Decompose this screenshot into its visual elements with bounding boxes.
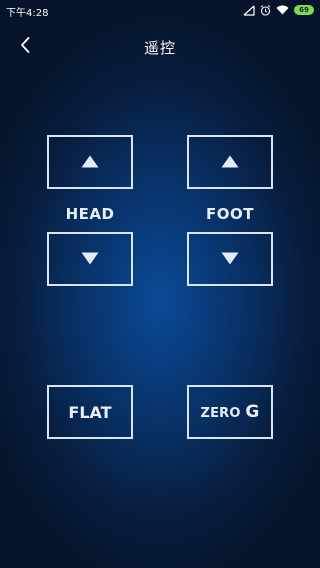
app-header: 遥控 xyxy=(0,28,320,64)
alarm-icon xyxy=(260,4,271,16)
head-up-button[interactable] xyxy=(47,135,133,189)
status-bar: 下午4:28 69 xyxy=(0,0,320,22)
zero-g-button[interactable]: ZERO G xyxy=(187,385,273,439)
triangle-up-icon xyxy=(221,153,239,172)
foot-down-button[interactable] xyxy=(187,232,273,286)
foot-up-button[interactable] xyxy=(187,135,273,189)
signal-muted-icon xyxy=(243,5,255,16)
remote-control-screen: 下午4:28 69 遥控 HEAD FOOT FLAT ZERO G xyxy=(0,0,320,568)
triangle-up-icon xyxy=(81,153,99,172)
status-time: 下午4:28 xyxy=(6,8,49,19)
wifi-icon xyxy=(276,5,289,15)
zero-g-label-g: G xyxy=(245,402,260,422)
head-label: HEAD xyxy=(65,205,115,223)
head-down-button[interactable] xyxy=(47,232,133,286)
zero-g-label-main: ZERO xyxy=(200,406,246,421)
page-title: 遥控 xyxy=(143,39,176,57)
zero-g-label: ZERO G xyxy=(200,402,259,422)
battery-icon: 69 xyxy=(294,5,314,15)
foot-label: FOOT xyxy=(206,205,254,223)
status-icons: 69 xyxy=(243,4,314,16)
triangle-down-icon xyxy=(221,250,239,269)
flat-button[interactable]: FLAT xyxy=(47,385,133,439)
flat-label: FLAT xyxy=(68,402,112,422)
triangle-down-icon xyxy=(81,250,99,269)
